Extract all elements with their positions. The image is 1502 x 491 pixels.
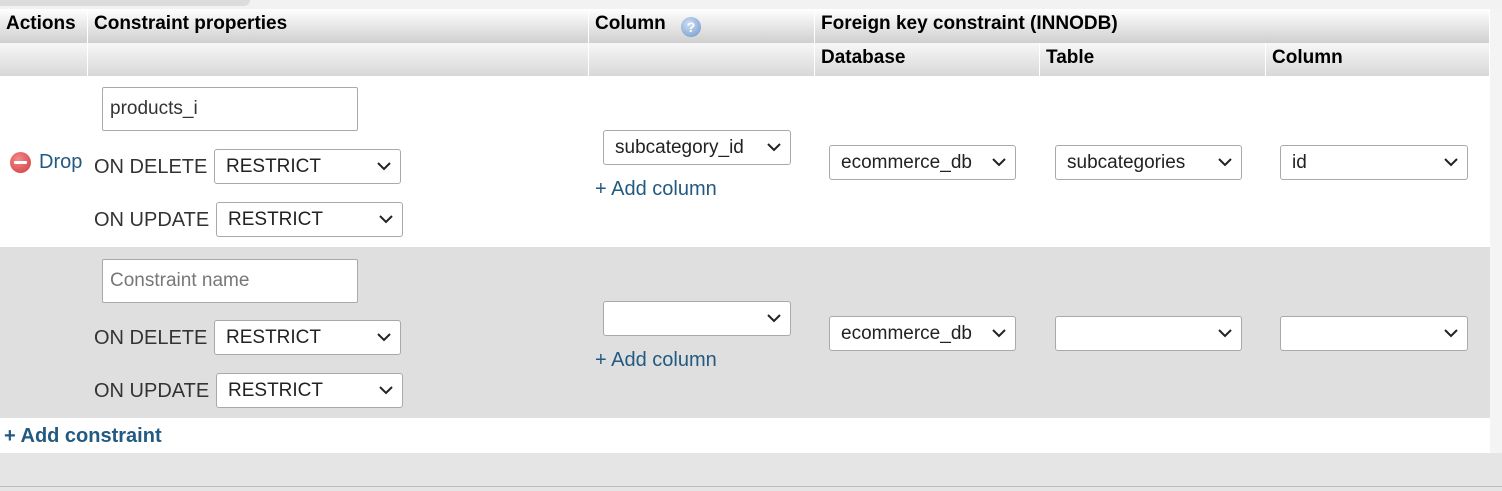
top-strip [0,0,1502,9]
header-table: Table [1040,43,1266,76]
chevron-down-icon [1444,158,1458,167]
header-foreign-key: Foreign key constraint (INNODB) [815,9,1490,43]
table-select[interactable] [1055,316,1242,351]
constraint-name-input[interactable] [102,87,358,131]
tab-edge [0,0,250,6]
drop-link[interactable]: Drop [39,151,82,174]
subheader-empty-properties [88,43,589,76]
table-select[interactable]: subcategories [1055,145,1242,180]
constraint-name-input[interactable] [102,259,358,303]
chevron-down-icon [1444,329,1458,338]
on-update-select[interactable]: RESTRICT [216,202,403,237]
chevron-down-icon [992,329,1006,338]
chevron-down-icon [377,162,391,171]
chevron-down-icon [379,386,393,395]
on-update-label: ON UPDATE [94,209,210,231]
header-column: Column ? [589,9,815,43]
header-constraint-properties: Constraint properties [88,9,589,43]
help-icon[interactable]: ? [681,17,701,37]
chevron-down-icon [377,333,391,342]
on-delete-label: ON DELETE [94,156,208,178]
column-select[interactable] [603,301,791,336]
bottom-border [0,486,1502,487]
on-delete-select[interactable]: RESTRICT [214,149,401,184]
subheader-empty-actions [0,43,88,76]
database-select[interactable]: ecommerce_db [829,316,1016,351]
right-gutter [1490,9,1502,453]
chevron-down-icon [1218,329,1232,338]
ref-column-select[interactable] [1280,316,1468,351]
column-select[interactable]: subcategory_id [603,130,791,165]
ref-column-select[interactable]: id [1280,145,1468,180]
chevron-down-icon [379,215,393,224]
header-database: Database [815,43,1040,76]
chevron-down-icon [767,143,781,152]
on-delete-select[interactable]: RESTRICT [214,320,401,355]
chevron-down-icon [767,314,781,323]
chevron-down-icon [992,158,1006,167]
subheader-empty-column [589,43,815,76]
database-select[interactable]: ecommerce_db [829,145,1016,180]
add-column-link[interactable]: + Add column [595,178,717,201]
header-actions: Actions [0,9,88,43]
add-constraint-link[interactable]: + Add constraint [4,425,162,448]
header-ref-column: Column [1266,43,1490,76]
drop-icon[interactable] [10,152,31,173]
on-delete-label: ON DELETE [94,327,208,349]
on-update-label: ON UPDATE [94,380,210,402]
on-update-select[interactable]: RESTRICT [216,373,403,408]
add-column-link[interactable]: + Add column [595,349,717,372]
chevron-down-icon [1218,158,1232,167]
